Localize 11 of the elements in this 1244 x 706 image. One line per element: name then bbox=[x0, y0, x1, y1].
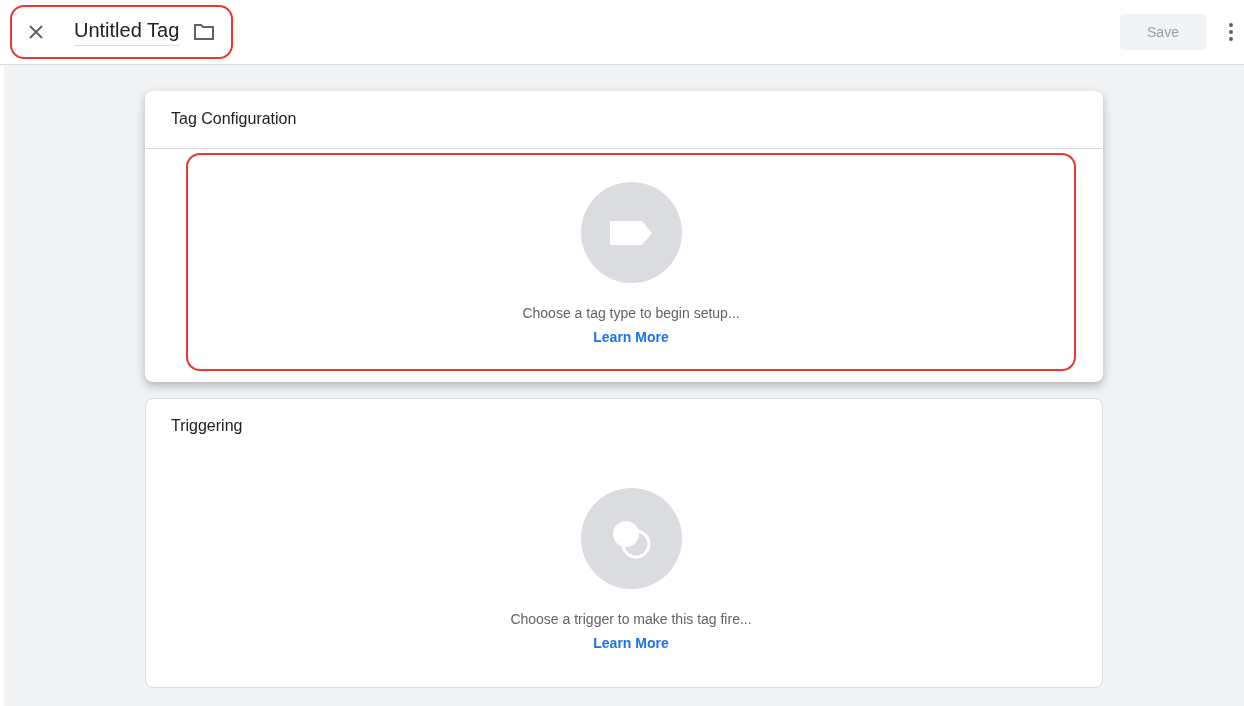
more-options-icon[interactable] bbox=[1228, 22, 1234, 42]
tag-name-field[interactable]: Untitled Tag bbox=[74, 18, 180, 46]
learn-more-link[interactable]: Learn More bbox=[593, 635, 669, 651]
close-icon[interactable] bbox=[28, 24, 44, 40]
empty-message: Choose a tag type to begin setup... bbox=[522, 305, 740, 321]
card-title: Triggering bbox=[170, 416, 244, 436]
folder-icon[interactable] bbox=[193, 23, 216, 41]
tag-icon bbox=[610, 220, 652, 245]
empty-message: Choose a trigger to make this tag fire... bbox=[510, 611, 752, 627]
learn-more-link[interactable]: Learn More bbox=[593, 329, 669, 345]
card-title: Tag Configuration bbox=[146, 92, 1102, 149]
